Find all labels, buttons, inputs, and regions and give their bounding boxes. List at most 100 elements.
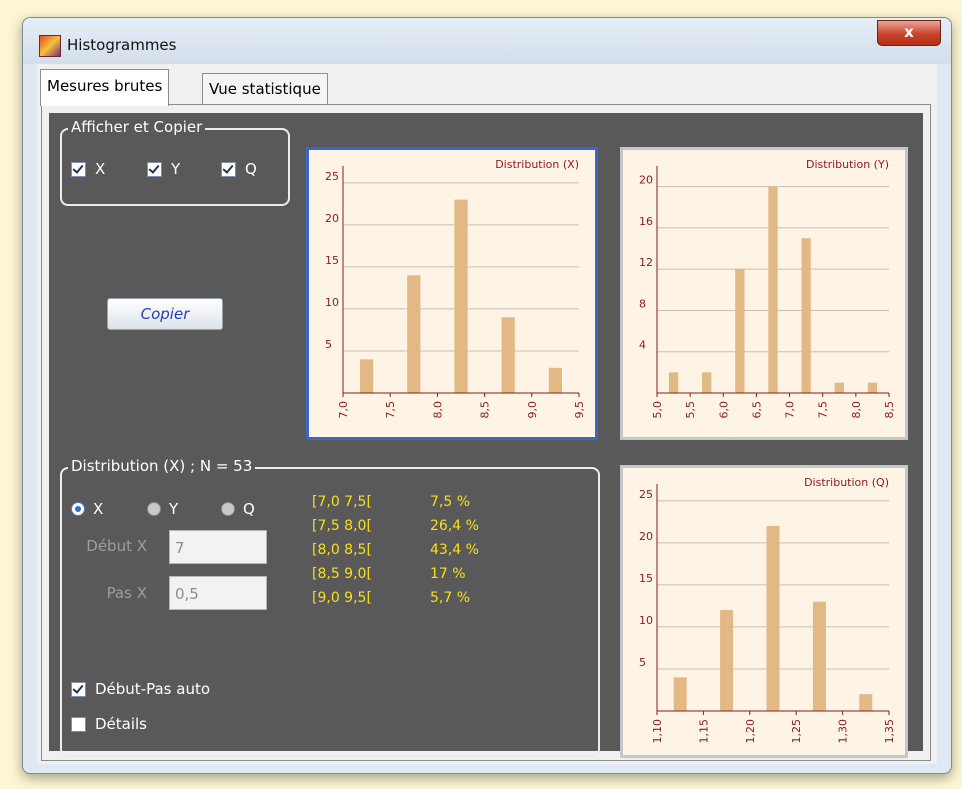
radio-dot[interactable] — [71, 502, 85, 516]
x-tick-label: 7,0 — [337, 401, 350, 419]
distribution-x-chart[interactable]: Distribution (X) 5 10 15 20 25 7,0 7,5 8,0 8,5 9,0… — [306, 147, 598, 440]
y-tick-label: 4 — [639, 339, 646, 352]
x-tick-label: 9,0 — [526, 401, 539, 419]
tab-vue-statistique[interactable]: Vue statistique — [202, 73, 328, 104]
x-tick-label: 7,5 — [384, 401, 397, 419]
start-x-label: Début X — [86, 537, 147, 555]
y-tick-label: 5 — [325, 338, 332, 351]
content-area: Afficher et Copier X Y Q Copier Distribu… — [49, 113, 923, 758]
x-tick-label: 8,0 — [850, 401, 863, 419]
y-tick-label: 25 — [325, 170, 339, 183]
histogram-bar — [834, 382, 844, 393]
tab-panel: Afficher et Copier X Y Q Copier Distribu… — [41, 104, 931, 761]
y-tick-label: 15 — [639, 572, 653, 585]
checkbox-box[interactable] — [221, 161, 236, 177]
x-tick-label: 8,5 — [883, 401, 896, 419]
radio-x[interactable]: X — [71, 500, 103, 518]
stat-percent: 7,5 % — [430, 494, 471, 510]
histogrammes-window: Histogrammes x Mesures brutes Vue statis… — [22, 17, 952, 774]
chart-svg: Distribution (Y) 4 8 12 16 20 5,0 5,5 6,0 6,5 7,0 7… — [639, 158, 896, 419]
checkbox-show-q[interactable]: Q — [221, 160, 257, 178]
x-tick-label: 9,5 — [573, 401, 586, 419]
y-tick-label: 8 — [639, 297, 646, 310]
histogram-bar — [359, 359, 374, 393]
chart-title: Distribution (Q) — [804, 476, 889, 489]
histogram-bar — [407, 275, 421, 393]
radio-dot[interactable] — [147, 502, 161, 516]
x-tick-label: 1,35 — [883, 719, 896, 744]
histogram-bar — [735, 269, 745, 393]
x-tick-label: 1,10 — [651, 719, 664, 744]
chart-svg: Distribution (Q) 5 10 15 20 25 1,10 1,15 1,20 1,2… — [639, 476, 896, 744]
y-tick-label: 10 — [639, 614, 653, 627]
radio-y-label: Y — [169, 500, 179, 518]
histogram-bar — [801, 238, 811, 393]
y-tick-label: 20 — [325, 212, 339, 225]
x-tick-label: 5,0 — [651, 401, 664, 419]
radio-x-label: X — [93, 500, 104, 518]
chart-title: Distribution (X) — [495, 158, 579, 171]
y-tick-label: 25 — [639, 488, 653, 501]
x-tick-label: 1,20 — [744, 719, 757, 744]
histogram-bar — [501, 317, 515, 393]
start-x-input[interactable]: 7 — [169, 530, 267, 564]
x-tick-label: 6,0 — [717, 401, 730, 419]
checkbox-box[interactable] — [71, 681, 86, 697]
distribution-group-title: Distribution (X) ; N = 53 — [68, 457, 256, 475]
stat-percent: 17 % — [430, 566, 466, 582]
histogram-bar — [766, 526, 780, 711]
y-tick-label: 10 — [325, 296, 339, 309]
x-tick-label: 6,5 — [750, 401, 763, 419]
radio-y[interactable]: Y — [147, 500, 178, 518]
client-area: Mesures brutes Vue statistique Afficher … — [37, 64, 937, 764]
stat-interval: [7,0 7,5[ — [312, 494, 372, 510]
checkbox-x-label: X — [95, 160, 106, 178]
display-copy-group: Afficher et Copier X Y Q — [60, 118, 290, 206]
x-tick-label: 1,15 — [697, 719, 710, 744]
histogram-bar — [454, 199, 468, 393]
copy-button[interactable]: Copier — [107, 298, 223, 330]
distribution-q-chart[interactable]: Distribution (Q) 5 10 15 20 25 1,10 1,15 1,20 1,2… — [620, 465, 908, 758]
tab-mesures-brutes[interactable]: Mesures brutes — [40, 69, 170, 106]
radio-q[interactable]: Q — [221, 500, 255, 518]
y-tick-label: 5 — [639, 656, 646, 669]
x-tick-label: 7,0 — [784, 401, 797, 419]
radio-dot[interactable] — [221, 502, 235, 516]
checkbox-q-label: Q — [245, 160, 257, 178]
chart-svg: Distribution (X) 5 10 15 20 25 7,0 7,5 8,0 8,5 9,0… — [325, 158, 586, 419]
y-tick-label: 16 — [639, 215, 653, 228]
checkbox-show-y[interactable]: Y — [147, 160, 180, 178]
x-tick-label: 8,5 — [479, 401, 492, 419]
title-bar[interactable]: Histogrammes x — [23, 18, 951, 64]
x-tick-label: 8,0 — [431, 401, 444, 419]
chart-title: Distribution (Y) — [806, 158, 889, 171]
stat-interval: [7,5 8,0[ — [312, 518, 372, 534]
histogram-bar — [768, 186, 778, 393]
histogram-bar — [548, 367, 563, 393]
details-checkbox-label: Détails — [95, 715, 148, 733]
histogram-bar — [702, 372, 712, 393]
checkbox-auto-start-step[interactable]: Début-Pas auto — [71, 680, 210, 698]
stat-percent: 5,7 % — [430, 590, 471, 606]
x-tick-label: 1,30 — [837, 719, 850, 744]
close-button[interactable]: x — [877, 20, 941, 46]
histogram-bar — [867, 382, 878, 393]
histogram-bar — [812, 601, 826, 711]
histogram-bar — [673, 677, 687, 711]
radio-q-label: Q — [243, 500, 255, 518]
checkbox-box[interactable] — [71, 161, 86, 177]
checkbox-box[interactable] — [71, 716, 86, 732]
y-tick-label: 20 — [639, 530, 653, 543]
distribution-y-chart[interactable]: Distribution (Y) 4 8 12 16 20 5,0 5,5 6,0 6,5 7,0 7… — [620, 147, 908, 440]
histogram-bar — [859, 694, 873, 711]
checkbox-show-x[interactable]: X — [71, 160, 105, 178]
x-tick-label: 7,5 — [817, 401, 830, 419]
distribution-group: Distribution (X) ; N = 53 X Y Q Début X … — [60, 457, 600, 757]
y-tick-label: 15 — [325, 254, 339, 267]
checkbox-box[interactable] — [147, 161, 162, 177]
x-tick-label: 5,5 — [684, 401, 697, 419]
checkbox-details[interactable]: Détails — [71, 715, 147, 733]
stat-percent: 26,4 % — [430, 518, 479, 534]
step-x-input[interactable]: 0,5 — [169, 576, 267, 610]
stat-interval: [8,5 9,0[ — [312, 566, 372, 582]
